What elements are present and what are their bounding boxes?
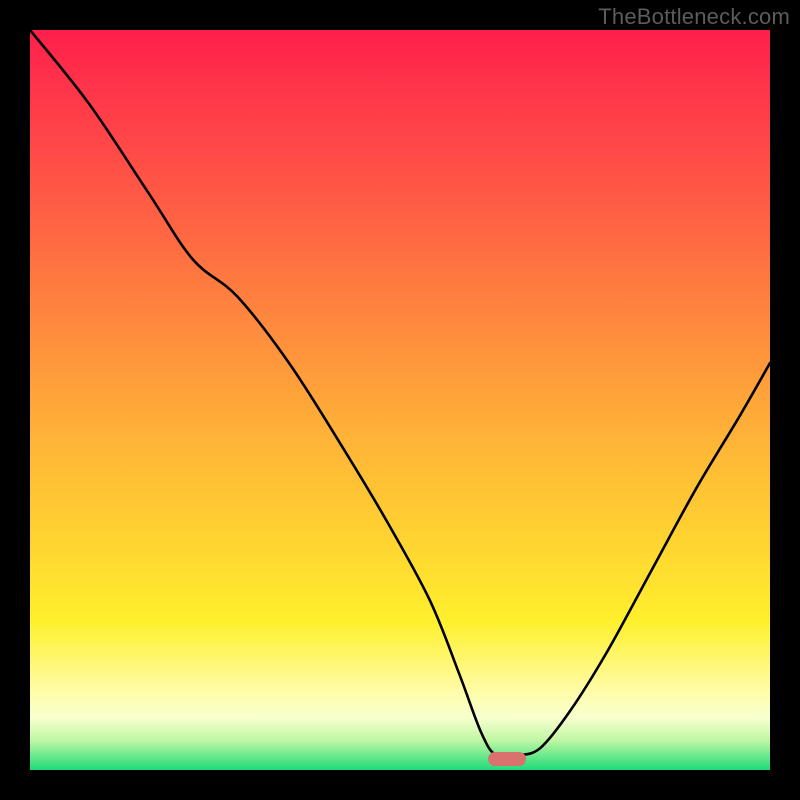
chart-frame: TheBottleneck.com (0, 0, 800, 800)
bottleneck-curve (30, 30, 770, 770)
plot-area (30, 30, 770, 770)
watermark-text: TheBottleneck.com (598, 4, 790, 30)
optimal-marker (488, 752, 526, 766)
